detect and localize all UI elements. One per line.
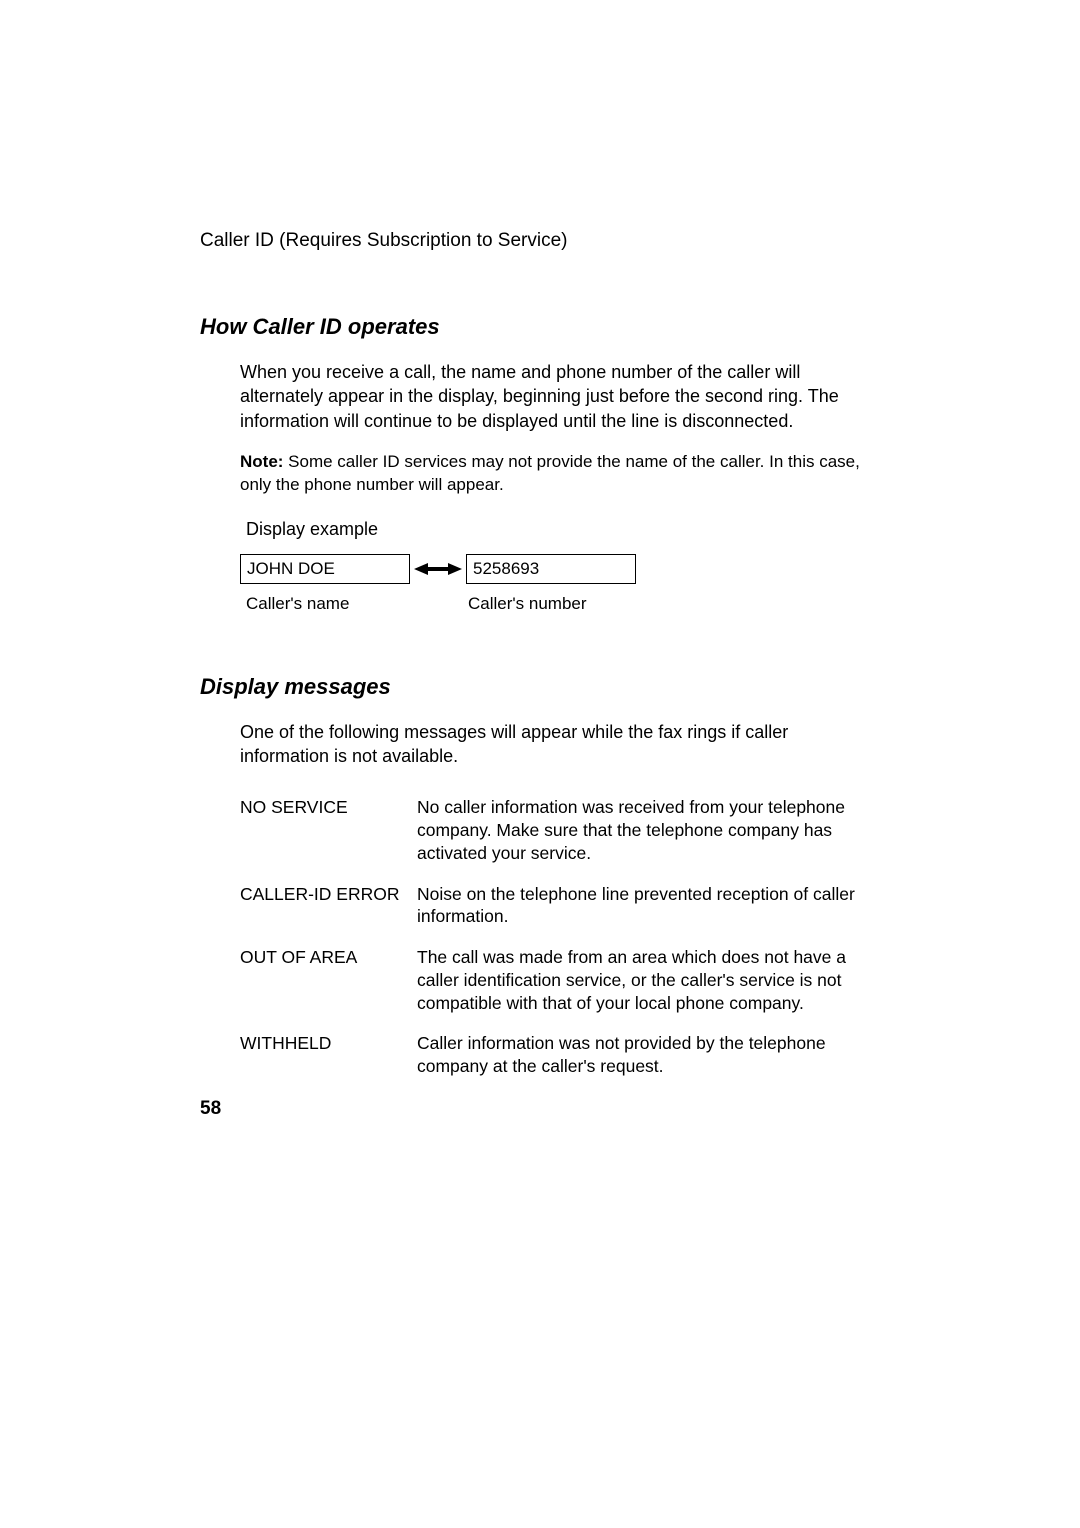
messages-table: NO SERVICE No caller information was rec… <box>240 796 870 1096</box>
msg-desc: Noise on the telephone line prevented re… <box>417 883 870 947</box>
msg-desc: No caller information was received from … <box>417 796 870 882</box>
display-example: JOHN DOE 5258693 <box>240 554 870 584</box>
msg-term: NO SERVICE <box>240 796 417 882</box>
table-row: WITHHELD Caller information was not prov… <box>240 1032 870 1096</box>
caption-callers-number: Caller's number <box>466 594 587 614</box>
msg-desc: Caller information was not provided by t… <box>417 1032 870 1096</box>
display-box-number: 5258693 <box>466 554 636 584</box>
table-row: NO SERVICE No caller information was rec… <box>240 796 870 882</box>
caption-callers-name: Caller's name <box>240 594 410 614</box>
messages-intro: One of the following messages will appea… <box>240 720 870 769</box>
note-label: Note: <box>240 452 283 471</box>
display-example-label: Display example <box>246 519 870 540</box>
msg-term: WITHHELD <box>240 1032 417 1096</box>
page-header: Caller ID (Requires Subscription to Serv… <box>200 230 890 252</box>
msg-desc: The call was made from an area which doe… <box>417 946 870 1032</box>
display-box-name: JOHN DOE <box>240 554 410 584</box>
msg-term: CALLER-ID ERROR <box>240 883 417 947</box>
section-heading-messages: Display messages <box>200 674 890 700</box>
note-body: Some caller ID services may not provide … <box>240 452 860 494</box>
msg-term: OUT OF AREA <box>240 946 417 1032</box>
note-text: Note: Some caller ID services may not pr… <box>240 451 870 497</box>
section-heading-operates: How Caller ID operates <box>200 314 890 340</box>
table-row: CALLER-ID ERROR Noise on the telephone l… <box>240 883 870 947</box>
double-arrow-icon <box>410 562 466 576</box>
table-row: OUT OF AREA The call was made from an ar… <box>240 946 870 1032</box>
page-number: 58 <box>200 1098 221 1120</box>
para-how-operates: When you receive a call, the name and ph… <box>240 360 870 433</box>
